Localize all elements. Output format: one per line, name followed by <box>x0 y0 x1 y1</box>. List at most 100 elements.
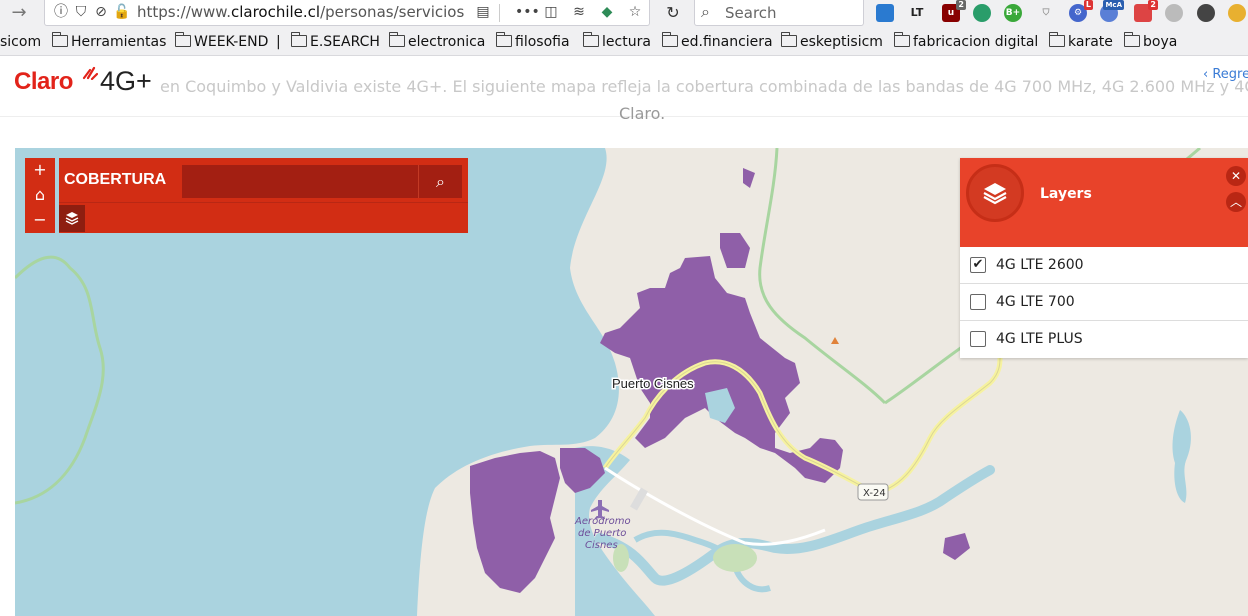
reload-icon[interactable]: ↻ <box>661 2 685 24</box>
layer-checkbox[interactable] <box>970 294 986 310</box>
folder-icon <box>1123 32 1140 47</box>
folder-icon <box>388 32 405 47</box>
coverage-polygon <box>720 233 750 268</box>
folder-icon <box>780 32 797 47</box>
airport-label: Cisnes <box>585 540 618 551</box>
layer-checkbox[interactable] <box>970 331 986 347</box>
bookmark-folder[interactable]: WEEK-END <box>174 32 268 50</box>
layers-icon <box>65 212 79 225</box>
layer-item-4g-lte-2600[interactable]: ✔ 4G LTE 2600 <box>960 247 1248 284</box>
bookmark-folder[interactable]: eskeptisicm <box>780 32 883 50</box>
layer-item-4g-lte-plus[interactable]: 4G LTE PLUS <box>960 321 1248 358</box>
search-icon: ⌕ <box>436 172 445 191</box>
insecure-lock-icon[interactable]: 🔓 <box>113 4 130 20</box>
browser-toolbar: → ⓘ ⛉ ⊘ 🔓 https://www.clarochile.cl/pers… <box>0 0 1248 28</box>
collapse-icon[interactable]: ︿ <box>1226 192 1246 212</box>
coverage-polygon <box>743 168 755 188</box>
logo-rays-icon <box>82 66 98 80</box>
folder-icon <box>661 32 678 47</box>
search-bar[interactable]: ⌕ Search <box>694 0 864 26</box>
lake <box>1172 410 1191 503</box>
layers-icon <box>983 183 1007 205</box>
layers-badge <box>966 164 1024 222</box>
layers-panel: Layers ✕ ︿ ✔ 4G LTE 2600 4G LTE 700 4G L… <box>960 158 1248 358</box>
coverage-search-panel: COBERTURA ⌕ <box>59 158 468 233</box>
coverage-polygon <box>943 533 970 560</box>
folder-icon <box>582 32 599 47</box>
permissions-icon[interactable]: ⊘ <box>93 4 109 20</box>
airport-label: de Puerto <box>578 528 626 539</box>
ublock-icon[interactable]: u2 <box>942 0 966 22</box>
zoom-in-button[interactable]: + <box>25 158 55 182</box>
extension-icon[interactable]: 2 <box>1134 0 1158 22</box>
bookmark-star-icon[interactable]: ☆ <box>627 4 643 20</box>
grammar-icon[interactable]: B+ <box>1004 4 1022 22</box>
address-search-input[interactable] <box>182 165 419 198</box>
folder-icon <box>495 32 512 47</box>
search-placeholder: Search <box>725 4 777 22</box>
search-button[interactable]: ⌕ <box>418 165 462 198</box>
page-header: en Coquimbo y Valdivia existe 4G+. El si… <box>0 57 1248 123</box>
layer-item-4g-lte-700[interactable]: 4G LTE 700 <box>960 284 1248 321</box>
bookmark-folder[interactable]: E.SEARCH <box>290 32 380 50</box>
url-text[interactable]: https://www.clarochile.cl/personas/servi… <box>137 3 482 21</box>
bookmark-folder[interactable]: karate <box>1048 32 1113 50</box>
intro-text-end: Claro. <box>619 104 666 123</box>
product-title: 4G+ <box>100 66 152 96</box>
url-bar[interactable]: ⓘ ⛉ ⊘ 🔓 https://www.clarochile.cl/person… <box>44 0 650 26</box>
languagetool-icon[interactable]: LT <box>908 4 926 22</box>
avatar[interactable] <box>1197 4 1215 22</box>
bookmarks-bar: sicom Herramientas WEEK-END | E.SEARCH e… <box>0 28 1248 56</box>
extension-icon[interactable] <box>876 4 894 22</box>
bookmark-item[interactable]: sicom <box>0 34 41 50</box>
coverage-polygon <box>470 451 560 593</box>
peak-icon <box>831 337 839 344</box>
folder-icon <box>290 32 307 47</box>
info-icon[interactable]: ⓘ <box>53 4 69 20</box>
tracking-shield-icon[interactable]: ⛉ <box>73 4 89 20</box>
river-island <box>713 544 757 572</box>
maps-icon[interactable]: ◆ <box>599 4 615 20</box>
town-label: Puerto Cisnes <box>612 376 694 391</box>
coverage-polygon <box>600 256 843 483</box>
claro-logo[interactable]: Claro <box>14 66 98 96</box>
bookmark-folder[interactable]: ed.financiera <box>661 32 773 50</box>
map-zoom-controls: + ⌂ − <box>25 158 55 233</box>
storage-icon[interactable] <box>1165 4 1183 22</box>
bookmark-folder[interactable]: electronica <box>388 32 485 50</box>
bookmark-folder[interactable]: fabricacion digital <box>893 32 1038 50</box>
layers-header: Layers ✕ ︿ <box>960 158 1248 247</box>
panel-divider <box>59 202 468 203</box>
home-button[interactable]: ⌂ <box>25 183 55 207</box>
connection-icon[interactable]: ≋ <box>571 4 587 20</box>
search-icon: ⌕ <box>701 2 710 21</box>
emoji-icon[interactable] <box>1228 4 1246 22</box>
bookmark-folder[interactable]: Herramientas <box>51 32 166 50</box>
shield-icon[interactable]: ⛉ <box>1037 4 1055 22</box>
bookmark-folder[interactable]: filosofia <box>495 32 570 50</box>
zoom-out-button[interactable]: − <box>25 208 55 232</box>
pocket-icon[interactable]: ◫ <box>543 4 559 20</box>
intro-text: en Coquimbo y Valdivia existe 4G+. El si… <box>160 77 1248 96</box>
bookmark-folder[interactable]: boya <box>1123 32 1177 50</box>
layers-toggle-button[interactable] <box>59 205 85 232</box>
layer-label: 4G LTE PLUS <box>996 331 1083 347</box>
bookmark-folder[interactable]: lectura <box>582 32 651 50</box>
close-icon[interactable]: ✕ <box>1226 166 1246 186</box>
back-link[interactable]: ‹ Regre <box>1203 67 1248 82</box>
url-separator <box>499 4 500 22</box>
river <box>595 465 995 586</box>
bookmark-separator: | <box>276 34 281 50</box>
forward-icon[interactable]: → <box>6 2 32 26</box>
extension-icon[interactable] <box>973 4 991 22</box>
layer-checkbox[interactable]: ✔ <box>970 257 986 273</box>
folder-icon <box>174 32 191 47</box>
globe-icon[interactable]: McA <box>1100 0 1124 22</box>
airport-label: Aeródromo <box>574 515 631 527</box>
road-label: X-24 <box>863 488 886 499</box>
gear-icon[interactable]: ⚙ L <box>1069 0 1093 22</box>
folder-icon <box>51 32 68 47</box>
page-actions-icon[interactable]: ••• <box>515 4 540 20</box>
folder-icon <box>893 32 910 47</box>
reader-view-icon[interactable]: ▤ <box>475 4 491 20</box>
